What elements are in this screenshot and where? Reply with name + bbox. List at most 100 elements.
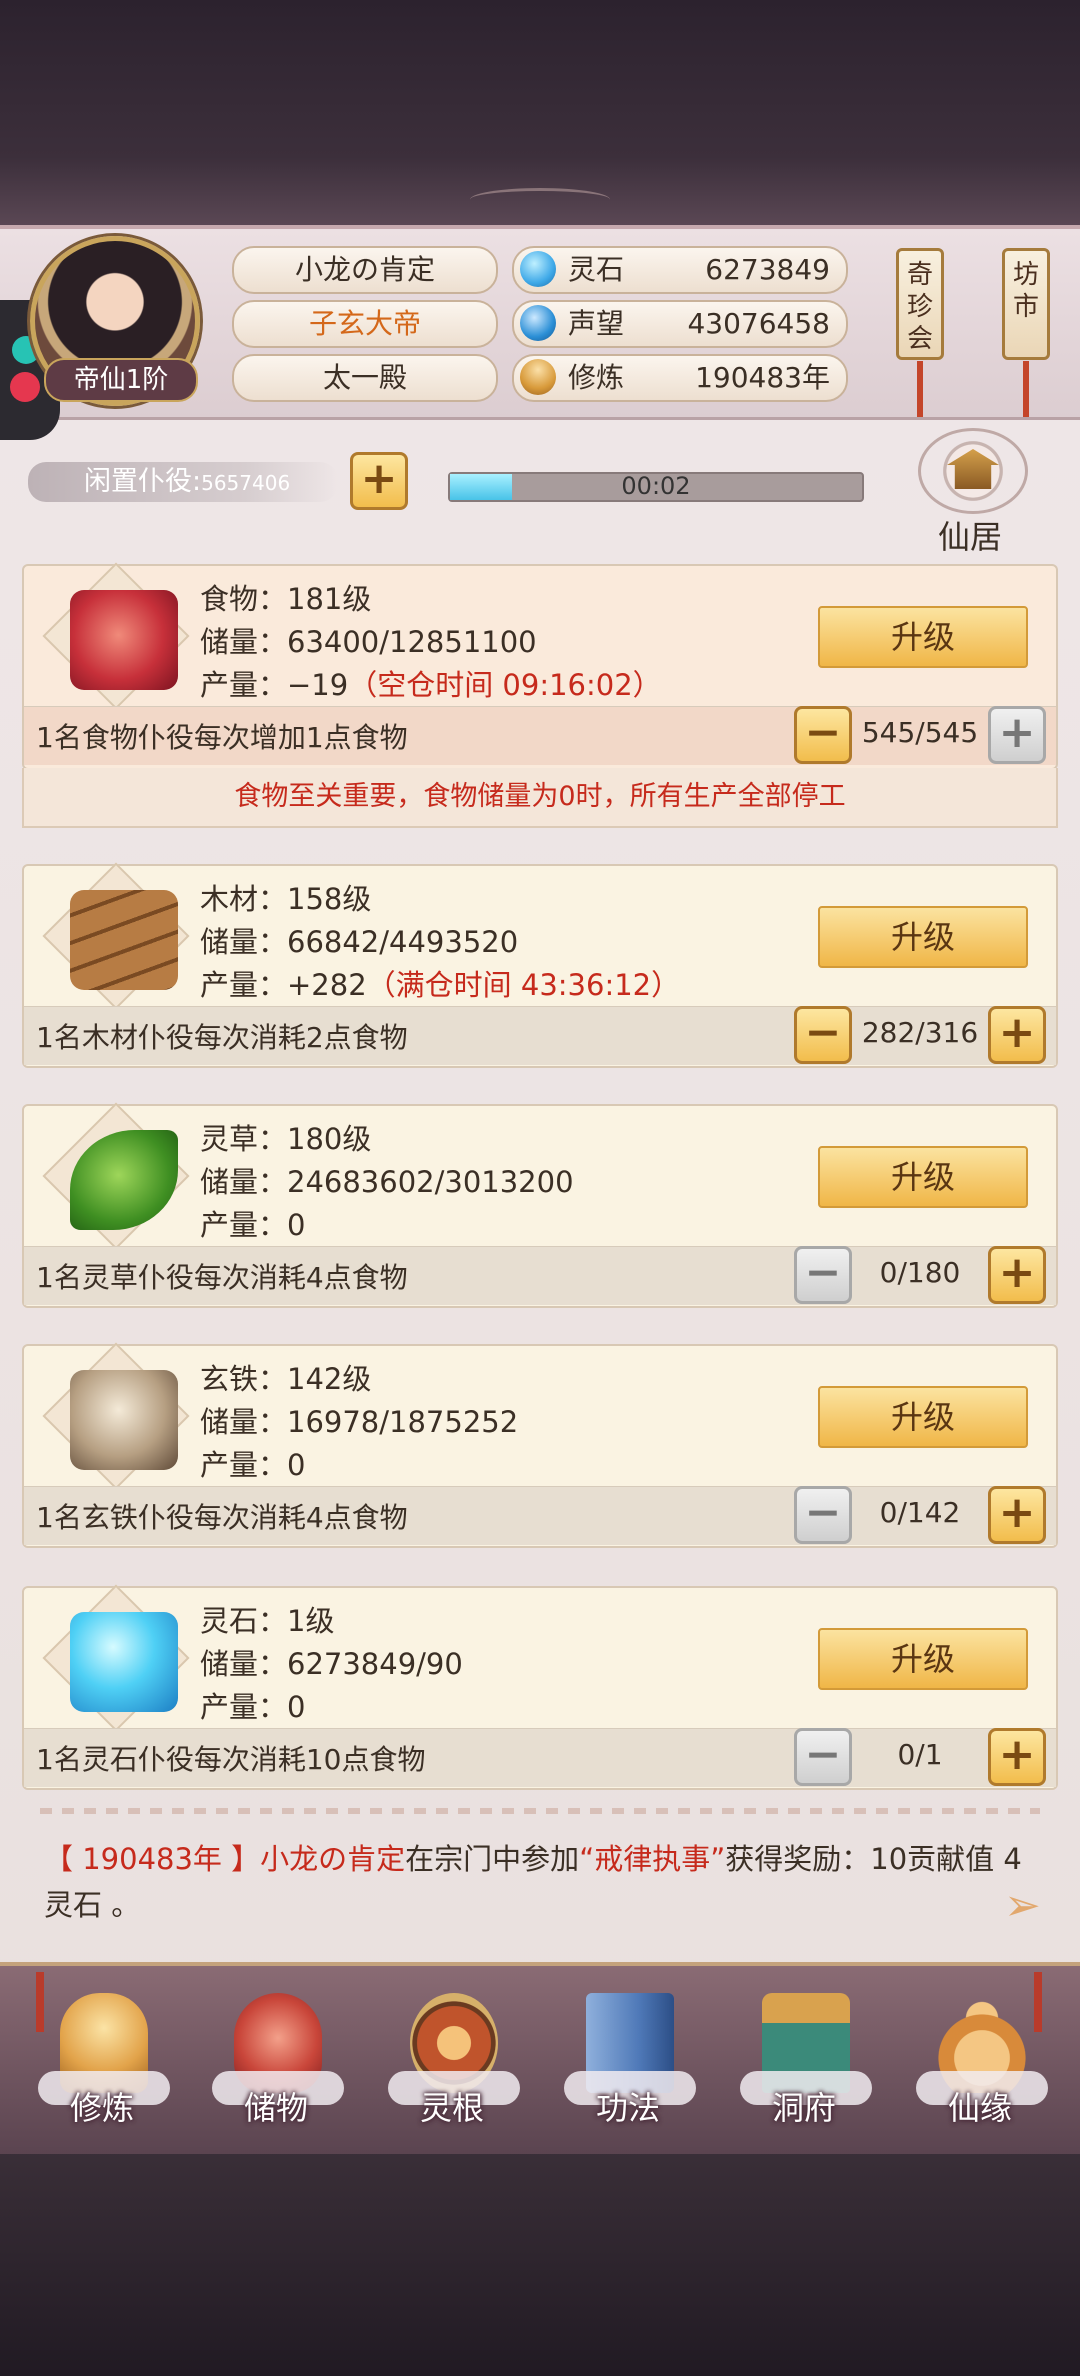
decrease-worker-button[interactable]: − <box>794 1728 852 1786</box>
prestige-icon <box>520 305 556 341</box>
stat-value: 6273849 <box>705 253 830 286</box>
residence-button[interactable] <box>918 428 1028 514</box>
resource-level: 灵石：1级 <box>200 1604 335 1638</box>
log-event: “戒律执事” <box>579 1842 726 1876</box>
resource-production: 产量：+282 <box>200 968 367 1002</box>
worker-count: 0/180 <box>879 1256 961 1289</box>
nav-storage[interactable]: 储物 <box>196 1985 356 2145</box>
player-name: 小龙の肯定 <box>232 246 498 294</box>
worker-desc: 1名木材仆役每次消耗2点食物 <box>36 1021 408 1054</box>
nav-cultivation[interactable]: 修炼 <box>22 1985 182 2145</box>
worker-count: 282/316 <box>861 1016 979 1049</box>
add-servant-button[interactable]: + <box>350 452 408 510</box>
decrease-worker-button[interactable]: − <box>794 1006 852 1064</box>
production-timer-bar: 00:02 <box>448 472 864 502</box>
pavilion-icon <box>947 449 999 489</box>
log-text: 在宗门中参加 <box>405 1842 580 1876</box>
player-title: 子玄大帝 <box>232 300 498 348</box>
market-label: 坊市 <box>1012 260 1039 322</box>
rank-badge: 帝仙1阶 <box>44 358 198 402</box>
upgrade-button[interactable]: 升级 <box>818 606 1028 668</box>
treasure-fair-button[interactable]: 奇珍会 <box>896 248 944 417</box>
nav-label: 洞府 <box>771 2089 836 2127</box>
resource-storage: 储量：66842/4493520 <box>200 925 519 959</box>
decrease-worker-button[interactable]: − <box>794 1486 852 1544</box>
resource-storage: 储量：63400/12851100 <box>200 625 537 659</box>
resource-info: 食物：181级 储量：63400/12851100 产量：−19（空仓时间 09… <box>200 578 662 707</box>
resource-info: 灵草：180级 储量：24683602/3013200 产量：0 <box>200 1118 574 1247</box>
stat-cultivation: 修炼 190483年 <box>512 354 848 402</box>
residence-label: 仙居 <box>937 518 1002 556</box>
nav-cave-mansion[interactable]: 洞府 <box>724 1985 884 2145</box>
resource-info: 灵石：1级 储量：6273849/90 产量：0 <box>200 1600 463 1729</box>
stat-label: 声望 <box>568 307 625 340</box>
nav-spirit-root[interactable]: 灵根 <box>372 1985 532 2145</box>
nav-techniques[interactable]: 功法 <box>548 1985 708 2145</box>
event-log: 【 190483年 】小龙の肯定在宗门中参加“戒律执事”获得奖励：10贡献值 4… <box>44 1836 1034 1928</box>
nav-label: 仙缘 <box>947 2089 1012 2127</box>
header-ornament <box>470 188 610 211</box>
upgrade-button[interactable]: 升级 <box>818 1146 1028 1208</box>
decrease-worker-button[interactable]: − <box>794 706 852 764</box>
resource-level: 木材：158级 <box>200 882 372 916</box>
log-divider <box>40 1808 1040 1814</box>
idle-label: 闲置仆役 <box>84 466 192 497</box>
resource-production: 产量：0 <box>200 1690 306 1724</box>
stat-spirit-stone: 灵石 6273849 <box>512 246 848 294</box>
resource-card-herb: 灵草：180级 储量：24683602/3013200 产量：0 升级 1名灵草… <box>22 1102 1058 1308</box>
resource-storage: 储量：6273849/90 <box>200 1647 463 1681</box>
resource-card-iron: 玄铁：142级 储量：16978/1875252 产量：0 升级 1名玄铁仆役每… <box>22 1342 1058 1548</box>
increase-worker-button[interactable]: + <box>988 1246 1046 1304</box>
resource-card-wood: 木材：158级 储量：66842/4493520 产量：+282（满仓时间 43… <box>22 862 1058 1068</box>
stat-value: 190483年 <box>695 361 830 394</box>
idle-servants: 闲置仆役:5657406 <box>28 462 338 502</box>
worker-desc: 1名食物仆役每次增加1点食物 <box>36 721 408 754</box>
market-button[interactable]: 坊市 <box>1002 248 1050 417</box>
upgrade-button[interactable]: 升级 <box>818 1386 1028 1448</box>
resource-production-extra: （空仓时间 09:16:02） <box>348 668 662 702</box>
resource-level: 食物：181级 <box>200 582 372 616</box>
spirit-stone-icon <box>520 251 556 287</box>
log-year: 【 190483年 】 <box>44 1842 261 1876</box>
food-warning: 食物至关重要，食物储量为0时，所有生产全部停工 <box>22 768 1058 828</box>
upgrade-button[interactable]: 升级 <box>818 906 1028 968</box>
resource-production-extra: （满仓时间 43:36:12） <box>366 968 681 1002</box>
stat-value: 43076458 <box>687 307 830 340</box>
blue-crystal-icon <box>70 1612 178 1712</box>
meat-icon <box>70 590 178 690</box>
increase-worker-button[interactable]: + <box>988 1728 1046 1786</box>
nav-label: 功法 <box>595 2089 660 2127</box>
increase-worker-button[interactable]: + <box>988 706 1046 764</box>
decrease-worker-button[interactable]: − <box>794 1246 852 1304</box>
increase-worker-button[interactable]: + <box>988 1006 1046 1064</box>
resource-production: 产量：0 <box>200 1208 306 1242</box>
resource-storage: 储量：24683602/3013200 <box>200 1165 574 1199</box>
log-next-arrow-icon[interactable]: ➢ <box>1004 1880 1044 1931</box>
increase-worker-button[interactable]: + <box>988 1486 1046 1544</box>
resource-level: 玄铁：142级 <box>200 1362 372 1396</box>
resource-storage: 储量：16978/1875252 <box>200 1405 519 1439</box>
resource-info: 木材：158级 储量：66842/4493520 产量：+282（满仓时间 43… <box>200 878 680 1007</box>
worker-count: 545/545 <box>861 716 979 749</box>
resource-card-food: 食物：181级 储量：63400/12851100 产量：−19（空仓时间 09… <box>22 562 1058 770</box>
resource-production: 产量：−19 <box>200 668 349 702</box>
nav-fate[interactable]: 仙缘 <box>900 1985 1060 2145</box>
stat-prestige: 声望 43076458 <box>512 300 848 348</box>
upgrade-button[interactable]: 升级 <box>818 1628 1028 1690</box>
nav-label: 储物 <box>243 2089 308 2127</box>
iron-ore-icon <box>70 1370 178 1470</box>
worker-desc: 1名灵石仆役每次消耗10点食物 <box>36 1743 426 1776</box>
worker-count: 0/1 <box>897 1738 943 1771</box>
resource-info: 玄铁：142级 储量：16978/1875252 产量：0 <box>200 1358 518 1487</box>
worker-count: 0/142 <box>879 1496 961 1529</box>
idle-count: 5657406 <box>201 471 291 495</box>
stat-label: 灵石 <box>568 253 625 286</box>
nav-label: 灵根 <box>419 2089 484 2127</box>
treasure-fair-label: 奇珍会 <box>906 260 933 354</box>
top-dark-bar <box>0 0 1080 225</box>
log-player: 小龙の肯定 <box>260 1842 406 1876</box>
nav-label: 修炼 <box>69 2089 134 2127</box>
meditation-icon <box>520 359 556 395</box>
stat-label: 修炼 <box>568 361 625 394</box>
red-dot-icon <box>10 372 40 402</box>
